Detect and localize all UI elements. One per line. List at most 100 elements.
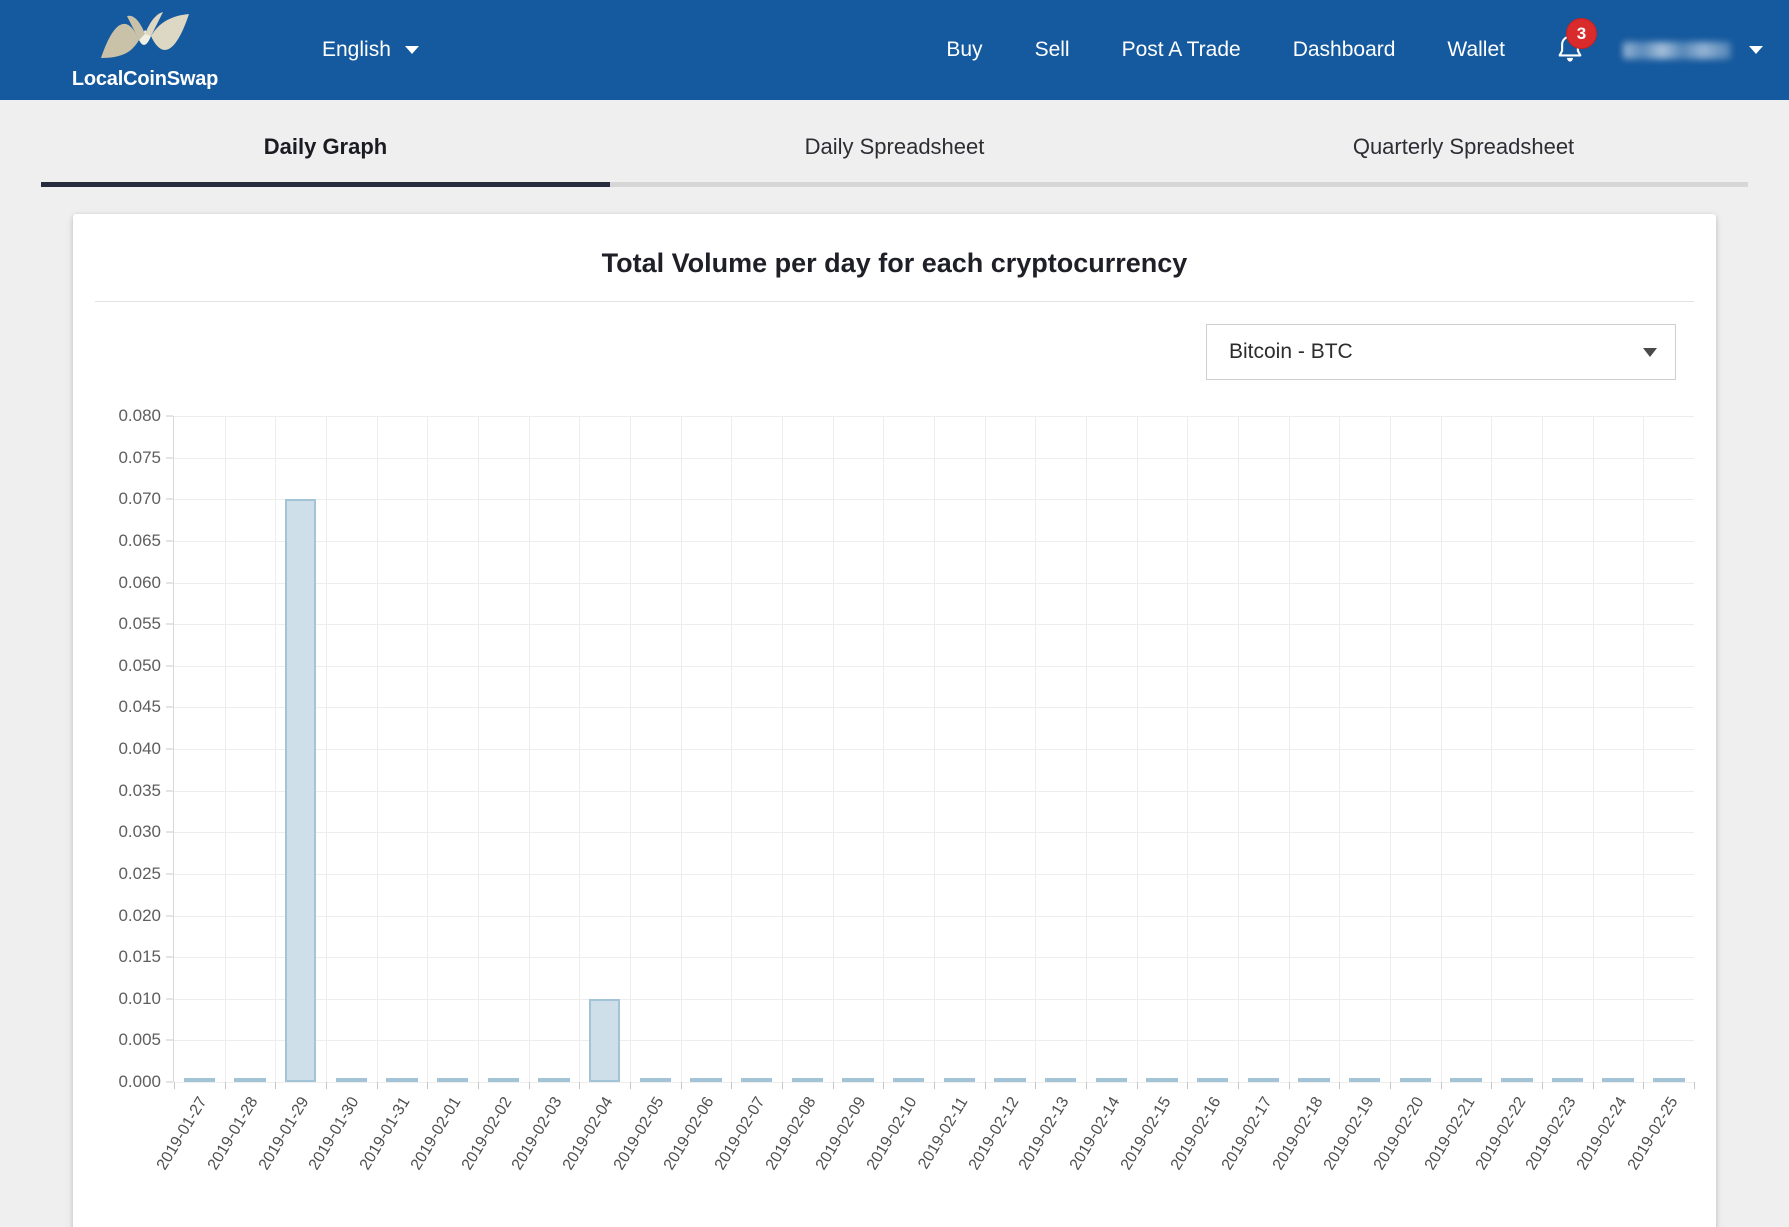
y-axis-tick-mark <box>166 915 173 916</box>
localcoinswap-logo-icon <box>101 11 189 58</box>
x-axis-tick-mark <box>1136 1082 1138 1089</box>
coin-select-row: Bitcoin - BTC <box>95 324 1694 380</box>
y-axis-tick-label: 0.010 <box>118 988 161 1008</box>
x-axis-tick-mark <box>427 1082 429 1089</box>
y-axis-tick-mark <box>166 498 173 500</box>
bar-slot <box>1542 416 1593 1082</box>
bar-slot <box>1137 416 1188 1082</box>
x-axis-tick-mark <box>275 1082 277 1089</box>
x-axis-tick-mark <box>224 1082 226 1089</box>
volume-bar-chart: 0.000 0.005 0.010 0.015 0.020 0.025 0.030 0.035… <box>95 406 1695 1212</box>
chevron-down-icon <box>1749 46 1763 54</box>
notifications-button[interactable]: 3 <box>1531 18 1597 66</box>
y-axis-tick-mark <box>166 831 173 833</box>
chevron-down-icon <box>404 46 419 54</box>
x-axis-tick-mark <box>1086 1082 1087 1089</box>
plot-area <box>173 416 1695 1089</box>
x-axis-tick-mark <box>1440 1082 1442 1089</box>
brand-name: LocalCoinSwap <box>71 67 219 90</box>
y-axis-tick-label: 0.025 <box>118 863 161 883</box>
bar[interactable] <box>589 998 621 1082</box>
y-axis-tick-label: 0.035 <box>118 780 161 800</box>
bar-slot <box>782 416 833 1082</box>
bar-slot <box>427 416 478 1082</box>
x-axis-tick-mark <box>1288 1082 1290 1089</box>
y-axis-tick-label: 0.020 <box>118 905 161 925</box>
x-axis-tick-mark <box>883 1082 885 1089</box>
bar-slot <box>681 416 732 1082</box>
x-axis-tick-marks <box>174 1082 1695 1089</box>
x-axis-tick-mark <box>579 1082 581 1089</box>
nav-link-wallet[interactable]: Wallet <box>1421 38 1531 62</box>
bar-slot <box>731 416 782 1082</box>
bar-slot <box>985 416 1036 1082</box>
chart-card: Total Volume per day for each cryptocurr… <box>73 214 1716 1227</box>
x-axis-tick-mark <box>934 1082 935 1089</box>
x-axis-tick-mark <box>1238 1082 1239 1089</box>
y-axis-tick-mark <box>166 415 173 417</box>
bar-slot <box>1289 416 1340 1082</box>
bar-slot <box>1035 416 1086 1082</box>
y-axis-tick-label: 0.040 <box>118 739 161 758</box>
bar-slot <box>1441 416 1492 1082</box>
bar-slot <box>883 416 934 1082</box>
x-axis-tick-mark <box>782 1082 783 1089</box>
notification-badge: 3 <box>1566 18 1597 49</box>
nav-link-post-a-trade[interactable]: Post A Trade <box>1096 38 1267 62</box>
y-axis-tick-label: 0.030 <box>118 822 161 842</box>
y-axis-tick-mark <box>166 956 173 958</box>
tab-quarterly-spreadsheet[interactable]: Quarterly Spreadsheet <box>1179 134 1748 182</box>
y-axis-tick-mark <box>166 706 173 708</box>
bar-slot <box>630 416 681 1082</box>
language-selector[interactable]: English <box>322 38 419 62</box>
y-axis-tick-label: 0.000 <box>118 1072 161 1091</box>
x-axis-tick-mark <box>984 1082 986 1089</box>
x-axis-tick-mark <box>1592 1082 1594 1089</box>
bar-series <box>174 416 1694 1082</box>
nav-link-sell[interactable]: Sell <box>1009 38 1096 62</box>
title-divider <box>95 301 1694 302</box>
top-navigation-bar: LocalCoinSwap English Buy Sell Post A Tr… <box>0 0 1789 100</box>
nav-link-dashboard[interactable]: Dashboard <box>1267 38 1422 62</box>
brand-logo[interactable]: LocalCoinSwap <box>60 10 230 91</box>
bar-slot <box>833 416 884 1082</box>
bar[interactable] <box>284 499 317 1082</box>
x-axis-tick-mark <box>174 1082 175 1089</box>
x-axis-tick-mark <box>680 1082 682 1089</box>
user-menu[interactable] <box>1597 41 1763 59</box>
y-axis-tick-label: 0.045 <box>118 697 161 717</box>
cryptocurrency-select[interactable]: Bitcoin - BTC <box>1206 324 1676 380</box>
bar-slot <box>478 416 529 1082</box>
bar-slot <box>275 416 326 1082</box>
bar-slot <box>326 416 377 1082</box>
y-axis-tick-label: 0.005 <box>118 1030 161 1050</box>
y-axis-tick-label: 0.080 <box>118 406 161 425</box>
x-axis-tick-mark <box>1187 1082 1189 1089</box>
bar-slot <box>1390 416 1441 1082</box>
x-axis-tick-mark <box>376 1082 378 1089</box>
chevron-down-icon <box>1643 347 1657 357</box>
x-axis-tick-mark <box>1694 1082 1695 1089</box>
x-axis-tick-label: 2019-01-27 <box>154 1094 211 1174</box>
bar-slot <box>1643 416 1694 1082</box>
x-axis-tick-mark <box>326 1082 327 1089</box>
page-title: Total Volume per day for each cryptocurr… <box>601 248 1188 278</box>
y-axis-tick-mark <box>166 582 173 583</box>
bar-slot <box>1086 416 1137 1082</box>
nav-link-buy[interactable]: Buy <box>920 38 1008 62</box>
bar-slot <box>934 416 985 1082</box>
y-axis-tick-mark <box>166 540 173 542</box>
y-axis-tick-mark <box>166 1039 173 1041</box>
y-axis-tick-label: 0.055 <box>118 614 161 634</box>
tab-daily-spreadsheet[interactable]: Daily Spreadsheet <box>610 134 1179 182</box>
tab-daily-graph[interactable]: Daily Graph <box>41 134 610 187</box>
x-label-slot: 2019-02-25 <box>1625 1092 1694 1212</box>
x-axis-tick-mark <box>1643 1082 1645 1089</box>
bar-slot <box>529 416 580 1082</box>
x-axis-tick-mark <box>1390 1082 1391 1089</box>
bar-slot <box>1339 416 1390 1082</box>
x-axis-tick-mark <box>1035 1082 1037 1089</box>
y-axis-tick-label: 0.070 <box>118 489 161 509</box>
x-axis-tick-mark <box>1339 1082 1341 1089</box>
bar-slot <box>225 416 276 1082</box>
